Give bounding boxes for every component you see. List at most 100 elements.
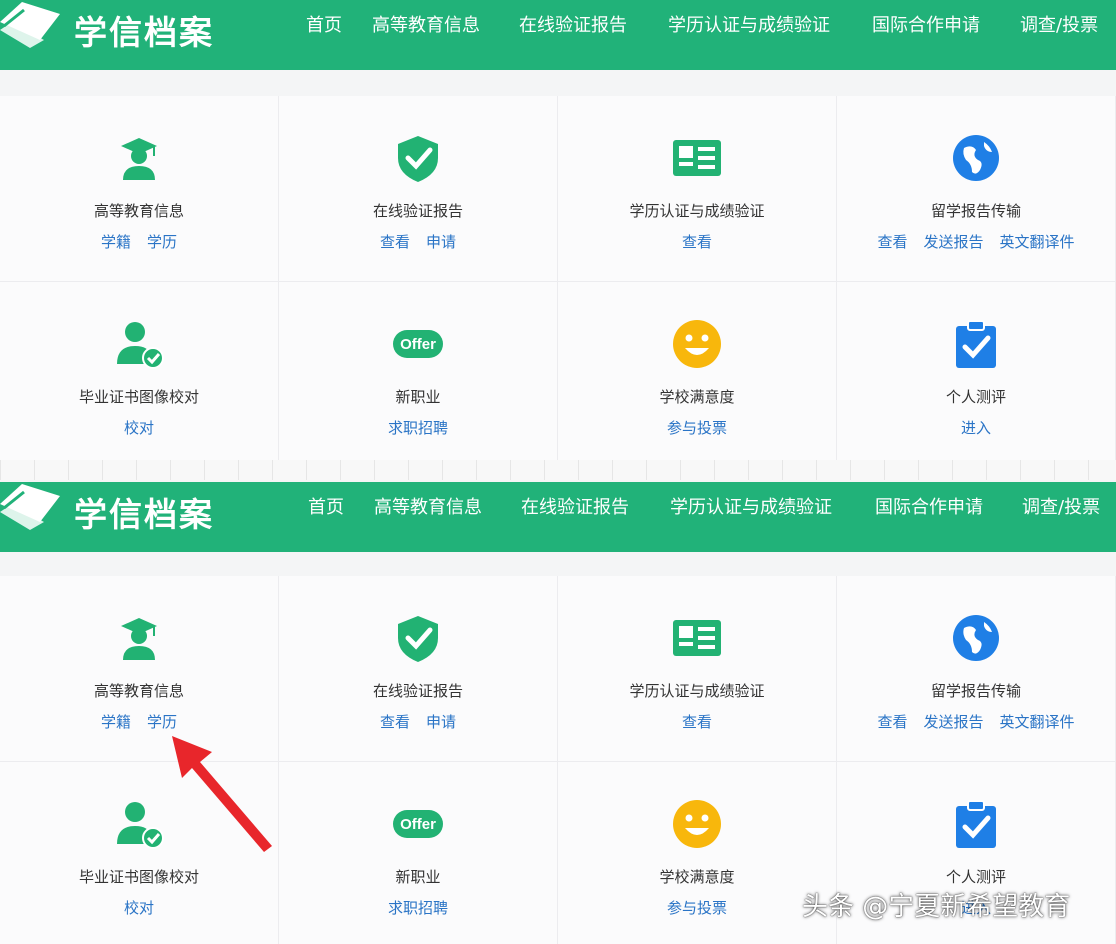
user-check-icon	[113, 318, 165, 370]
service-card-title: 高等教育信息	[93, 682, 184, 700]
service-card-links: 查看	[558, 711, 836, 732]
service-link[interactable]: 查看	[682, 713, 712, 731]
nav-higher-education[interactable]: 高等教育信息	[374, 493, 482, 519]
offer-icon: Offer	[392, 798, 444, 850]
service-card-title: 留学报告传输	[930, 682, 1021, 700]
service-link[interactable]: 参与投票	[667, 419, 727, 437]
service-link[interactable]: 发送报告	[923, 233, 983, 251]
service-card-links: 查看 发送报告 英文翻译件	[837, 711, 1115, 732]
service-link[interactable]: 查看	[380, 233, 410, 251]
service-card-links: 进入	[837, 417, 1115, 438]
service-card-links: 学籍 学历	[0, 231, 278, 252]
service-link[interactable]: 求职招聘	[388, 419, 448, 437]
main-nav: 首页 高等教育信息 在线验证报告 学历认证与成绩验证 国际合作申请 调查/投票	[0, 11, 1116, 41]
shield-check-icon	[392, 132, 444, 184]
service-card-links: 查看 发送报告 英文翻译件	[837, 231, 1115, 252]
service-link[interactable]: 英文翻译件	[1000, 233, 1075, 251]
service-link[interactable]: 学籍	[101, 713, 131, 731]
offer-badge-icon: Offer	[393, 330, 443, 358]
annotation-arrow-icon	[172, 736, 272, 852]
service-card-title: 学历认证与成绩验证	[629, 202, 765, 220]
service-link[interactable]: 查看	[877, 713, 907, 731]
nav-survey[interactable]: 调查/投票	[1020, 11, 1098, 37]
service-card-links: 校对	[0, 897, 278, 918]
nav-higher-education[interactable]: 高等教育信息	[372, 11, 480, 37]
screenshot-bottom: 学信档案 首页 高等教育信息 在线验证报告 学历认证与成绩验证 国际合作申请 调…	[0, 480, 1116, 944]
service-card-title: 高等教育信息	[93, 202, 184, 220]
service-card: Offer 新职业求职招聘	[279, 762, 558, 944]
service-card: 在线验证报告查看 申请	[279, 96, 558, 282]
service-card: 留学报告传输查看 发送报告 英文翻译件	[837, 96, 1116, 282]
service-card-links: 校对	[0, 417, 278, 438]
service-link[interactable]: 发送报告	[923, 713, 983, 731]
service-link[interactable]: 求职招聘	[388, 899, 448, 917]
service-grid: 高等教育信息 学籍 学历 在线验证报告 查看 申请 学历认证与成绩验证 查看 留学报告传输 查看发…	[0, 96, 1116, 460]
service-link[interactable]: 学籍	[101, 233, 131, 251]
graduate-icon	[113, 612, 165, 664]
service-link[interactable]: 查看	[380, 713, 410, 731]
offer-icon: Offer	[392, 318, 444, 370]
offer-badge-icon: Offer	[393, 810, 443, 838]
service-card-title: 在线验证报告	[372, 682, 463, 700]
smiley-icon	[671, 318, 723, 370]
nav-home[interactable]: 首页	[308, 493, 344, 519]
site-header: 学信档案 首页 高等教育信息 在线验证报告 学历认证与成绩验证 国际合作申请 调…	[0, 0, 1116, 70]
globe-icon	[950, 132, 1002, 184]
service-card: 学校满意度 参与投票	[558, 762, 837, 944]
service-link[interactable]: 申请	[426, 713, 456, 731]
service-link[interactable]: 查看	[682, 233, 712, 251]
service-link[interactable]: 英文翻译件	[1000, 713, 1075, 731]
service-card-title: 毕业证书图像校对	[78, 868, 199, 886]
nav-degree-certification[interactable]: 学历认证与成绩验证	[668, 11, 830, 37]
clipboard-check-icon	[950, 798, 1002, 850]
service-link[interactable]: 学历	[147, 233, 177, 251]
clipboard-check-icon	[950, 318, 1002, 370]
divider	[0, 460, 1116, 480]
globe-icon	[950, 612, 1002, 664]
svg-text:Offer: Offer	[400, 816, 436, 833]
nav-online-verification[interactable]: 在线验证报告	[519, 11, 627, 37]
service-card-title: 留学报告传输	[930, 202, 1021, 220]
service-card-title: 学历认证与成绩验证	[629, 682, 765, 700]
service-link[interactable]: 进入	[961, 419, 991, 437]
service-card-links: 参与投票	[558, 417, 836, 438]
service-card-title: 在线验证报告	[372, 202, 463, 220]
graduate-icon	[113, 132, 165, 184]
service-card-title: 学校满意度	[659, 388, 735, 406]
id-card-icon	[671, 612, 723, 664]
service-link[interactable]: 查看	[877, 233, 907, 251]
service-card: Offer 新职业 求职招聘	[279, 282, 558, 460]
service-card-links: 参与投票	[558, 897, 836, 918]
service-link[interactable]: 校对	[124, 419, 154, 437]
service-card: 高等教育信息学籍 学历	[0, 96, 279, 282]
nav-international[interactable]: 国际合作申请	[875, 493, 983, 519]
service-card-links: 求职招聘	[279, 417, 557, 438]
service-card-title: 新职业	[395, 868, 441, 886]
service-card: 毕业证书图像校对 校对	[0, 282, 279, 460]
shield-check-icon	[392, 612, 444, 664]
service-card: 学历认证与成绩验证 查看	[558, 576, 837, 762]
user-check-icon	[113, 798, 165, 850]
nav-online-verification[interactable]: 在线验证报告	[521, 493, 629, 519]
service-card: 在线验证报告查看 申请	[279, 576, 558, 762]
service-link[interactable]: 校对	[124, 899, 154, 917]
service-card-links: 求职招聘	[279, 897, 557, 918]
watermark: 头条 @宁夏新希望教育	[802, 892, 1071, 922]
svg-text:Offer: Offer	[400, 336, 436, 353]
nav-international[interactable]: 国际合作申请	[872, 11, 980, 37]
service-card: 留学报告传输查看 发送报告 英文翻译件	[837, 576, 1116, 762]
service-card-title: 个人测评	[945, 388, 1006, 406]
service-link[interactable]: 申请	[426, 233, 456, 251]
id-card-icon	[671, 132, 723, 184]
nav-survey[interactable]: 调查/投票	[1022, 493, 1100, 519]
service-card-title: 个人测评	[945, 868, 1006, 886]
service-card-links: 查看	[558, 231, 836, 252]
service-card-title: 毕业证书图像校对	[78, 388, 199, 406]
service-link[interactable]: 参与投票	[667, 899, 727, 917]
service-card: 个人测评 进入	[837, 282, 1116, 460]
nav-degree-certification[interactable]: 学历认证与成绩验证	[670, 493, 832, 519]
screenshot-top: 学信档案 首页 高等教育信息 在线验证报告 学历认证与成绩验证 国际合作申请 调…	[0, 0, 1116, 460]
smiley-icon	[671, 798, 723, 850]
nav-home[interactable]: 首页	[306, 11, 342, 37]
site-header: 学信档案 首页 高等教育信息 在线验证报告 学历认证与成绩验证 国际合作申请 调…	[0, 482, 1116, 552]
